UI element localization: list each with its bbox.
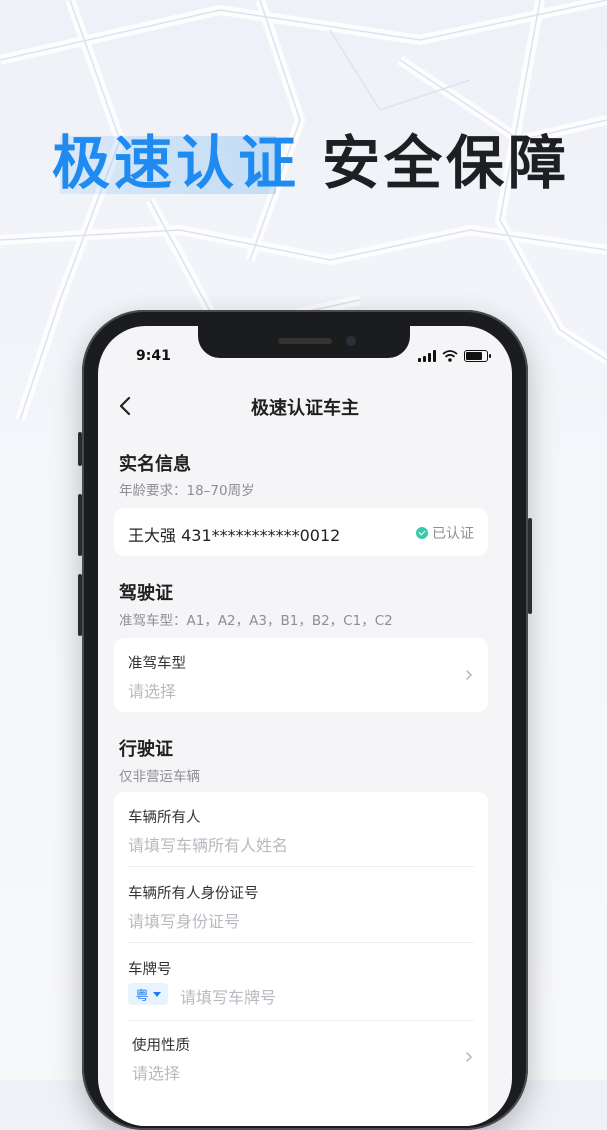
identity-text: 王大强 431***********0012 (128, 526, 341, 545)
check-circle-icon (416, 527, 428, 539)
page-title: 极速认证车主 (251, 398, 359, 419)
license-class-selector[interactable]: 准驾车型 请选择 (114, 638, 488, 712)
vehicle-form-card: 车辆所有人 请填写车辆所有人姓名 车辆所有人身份证号 请填写身份证号 车牌号 粤… (114, 792, 488, 1126)
province-value: 粤 (135, 988, 149, 1004)
owner-name-input[interactable]: 请填写车辆所有人姓名 (128, 832, 288, 856)
owner-id-label: 车辆所有人身份证号 (128, 886, 259, 902)
verified-status: 已认证 (432, 526, 474, 542)
owner-name-label: 车辆所有人 (128, 810, 201, 826)
headline-dark-text: 安全保障 (322, 129, 571, 197)
license-class-placeholder: 请选择 (128, 682, 177, 701)
province-selector[interactable]: 粤 (128, 983, 168, 1005)
usage-type-label: 使用性质 (132, 1038, 190, 1054)
chevron-right-icon (466, 1052, 473, 1062)
wifi-icon (442, 350, 458, 362)
identity-card: 王大强 431***********0012 已认证 (114, 508, 488, 556)
realname-section-title: 实名信息 (119, 454, 191, 475)
battery-level (466, 352, 482, 360)
owner-id-input[interactable]: 请填写身份证号 (128, 908, 240, 932)
cellular-signal-icon (418, 350, 436, 362)
usage-type-selector[interactable]: 请选择 (132, 1060, 180, 1084)
front-camera (346, 336, 356, 346)
headline-blue-text: 极速认证 (52, 129, 301, 197)
license-section-subtitle: 准驾车型：A1，A2，A3，B1，B2，C1，C2 (119, 613, 393, 629)
plate-label: 车牌号 (128, 962, 172, 978)
notch (198, 326, 410, 358)
status-time: 9:41 (136, 348, 171, 364)
phone-screen: 9:41 极速认证车主 实名信息 年龄要求：18–70周岁 王大强 431***… (98, 326, 512, 1126)
phone-frame: 9:41 极速认证车主 实名信息 年龄要求：18–70周岁 王大强 431***… (78, 310, 532, 1130)
battery-icon (464, 350, 491, 362)
chevron-right-icon (466, 670, 473, 680)
volume-up-button (78, 494, 82, 556)
divider (128, 942, 474, 943)
promo-headline: 极速认证 安全保障 (0, 128, 607, 198)
license-section-title: 驾驶证 (119, 583, 173, 604)
license-class-label: 准驾车型 (128, 656, 186, 672)
vehicle-section-title: 行驶证 (119, 739, 173, 760)
mute-switch (78, 432, 82, 466)
realname-section-subtitle: 年龄要求：18–70周岁 (119, 483, 255, 499)
status-icons (418, 348, 491, 364)
power-button (528, 518, 532, 614)
plate-input[interactable]: 请填写车牌号 (180, 984, 276, 1008)
volume-down-button (78, 574, 82, 636)
verified-badge: 已认证 (416, 523, 474, 543)
vehicle-section-subtitle: 仅非营运车辆 (119, 769, 200, 785)
nav-bar: 极速认证车主 (98, 386, 512, 426)
divider (128, 1020, 474, 1021)
speaker (278, 338, 332, 344)
divider (128, 866, 474, 867)
caret-down-icon (152, 991, 161, 997)
